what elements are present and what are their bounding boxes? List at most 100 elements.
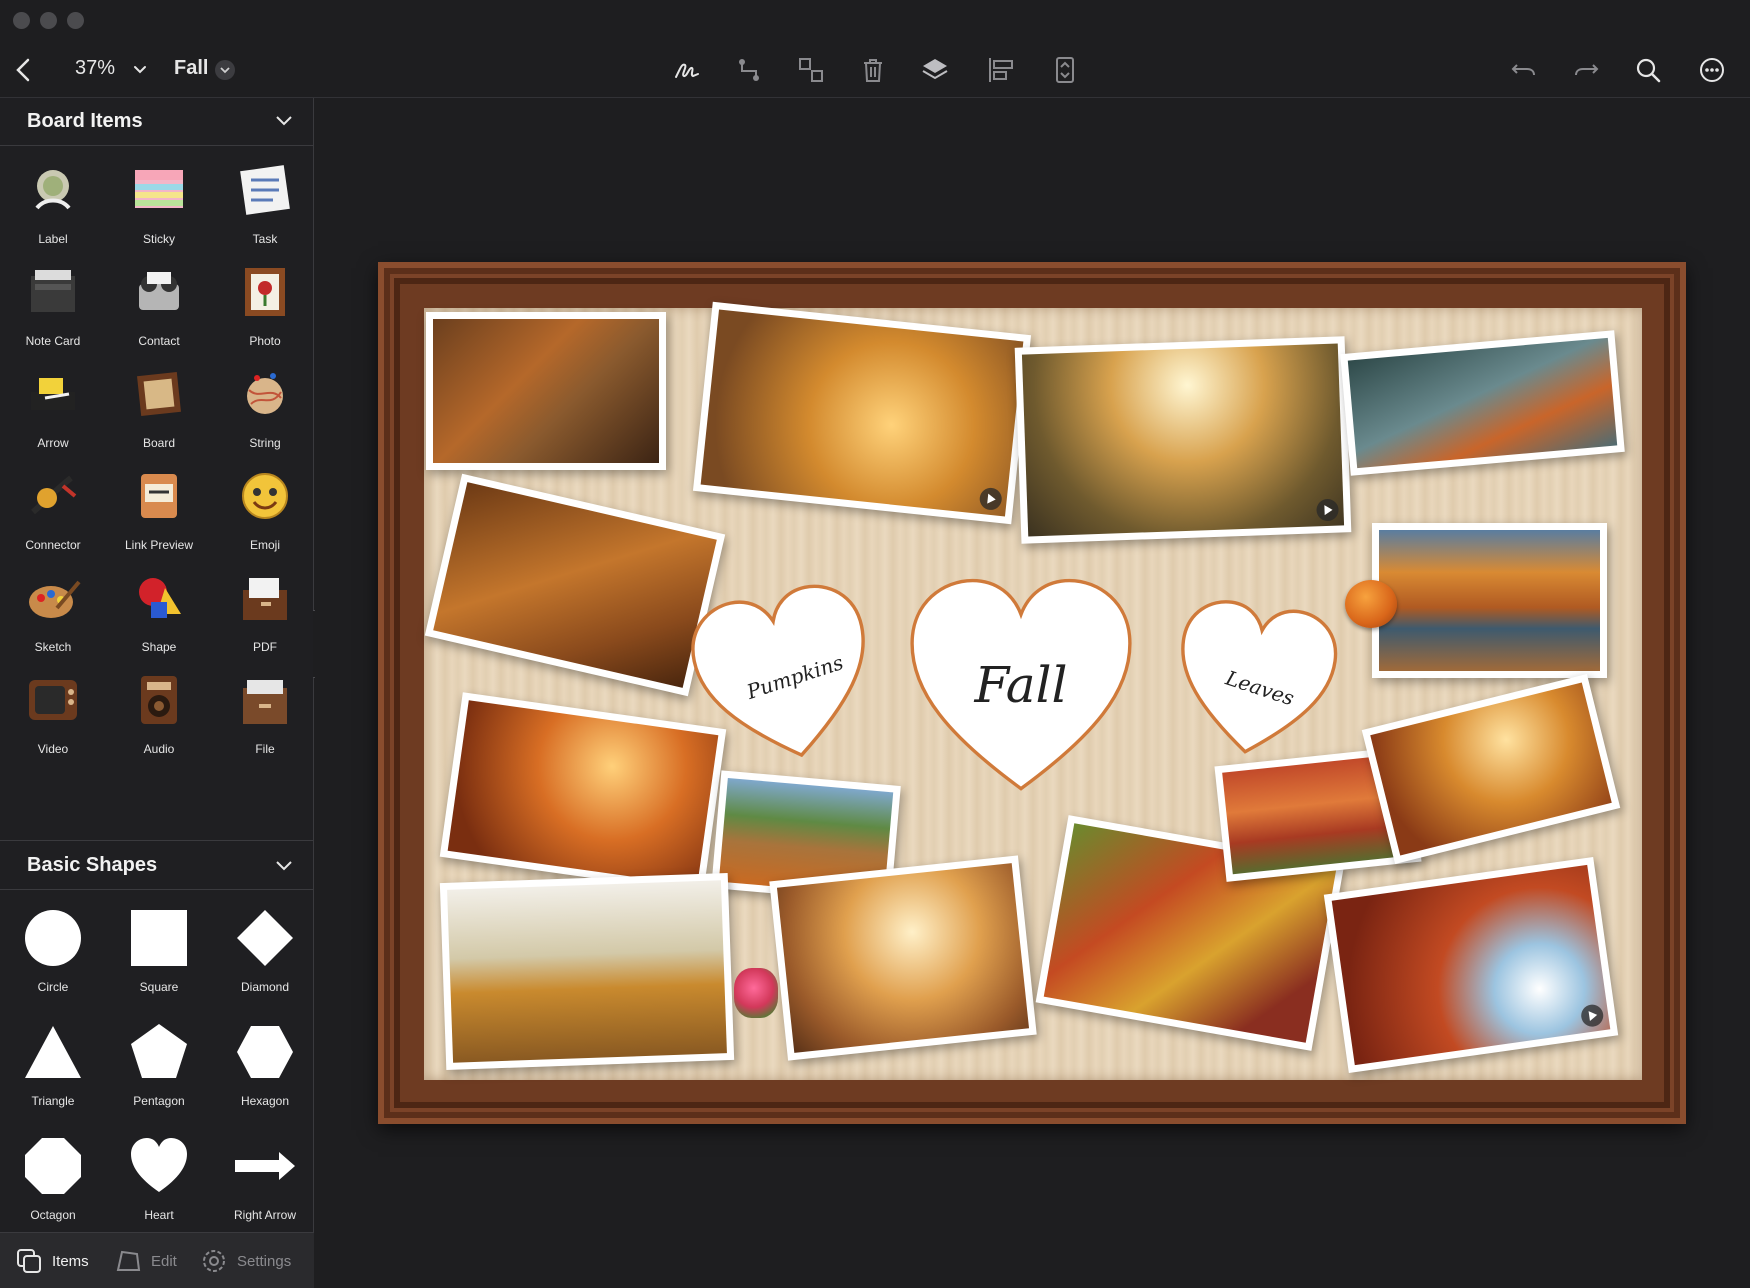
board-item-task[interactable]: Task bbox=[212, 152, 318, 262]
board-item-label: Task bbox=[252, 232, 278, 246]
video-field-sunset[interactable] bbox=[1014, 336, 1352, 544]
shape-square[interactable]: Square bbox=[106, 898, 212, 1008]
emoji-icon bbox=[242, 473, 288, 519]
photo-pumpkins-table[interactable] bbox=[1340, 330, 1625, 476]
photo-thanksgiving-feast[interactable] bbox=[426, 312, 666, 470]
shape-label: Triangle bbox=[31, 1094, 75, 1108]
board-item-connector[interactable]: Connector bbox=[0, 458, 106, 568]
ellipsis-circle-icon bbox=[1700, 58, 1724, 82]
shape-triangle[interactable]: Triangle bbox=[0, 1012, 106, 1122]
sticky-icon bbox=[135, 170, 183, 208]
video-autumn-canopy[interactable] bbox=[1323, 856, 1619, 1074]
circle-icon bbox=[25, 910, 81, 966]
shape-hexagon[interactable]: Hexagon bbox=[212, 1012, 318, 1122]
align-button[interactable] bbox=[983, 52, 1019, 88]
tab-settings-label: Settings bbox=[237, 1252, 292, 1270]
square-icon bbox=[131, 910, 187, 966]
board-item-label: Audio bbox=[143, 742, 175, 756]
board-items-header[interactable]: Board Items bbox=[0, 98, 314, 146]
trash-icon bbox=[864, 59, 882, 82]
board-item-note-card[interactable]: Note Card bbox=[0, 254, 106, 364]
more-options-button[interactable] bbox=[1694, 52, 1730, 88]
section-title: Board Items bbox=[27, 110, 143, 132]
zoom-window-button[interactable] bbox=[67, 12, 84, 29]
close-window-button[interactable] bbox=[13, 12, 30, 29]
board-item-contact[interactable]: Contact bbox=[106, 254, 212, 364]
flower-bouquet-emoji[interactable] bbox=[734, 968, 778, 1018]
board-item-label[interactable]: Label bbox=[0, 152, 106, 262]
hexagon-icon bbox=[237, 1026, 293, 1078]
draw-tool-button[interactable] bbox=[669, 52, 705, 88]
task-icon bbox=[240, 165, 290, 215]
group-button[interactable] bbox=[793, 52, 829, 88]
note-card-icon bbox=[31, 270, 75, 312]
board-item-video[interactable]: Video bbox=[0, 662, 106, 772]
chevron-down-icon[interactable] bbox=[272, 108, 296, 132]
board-item-pdf[interactable]: PDF bbox=[212, 560, 318, 670]
board-title[interactable]: Fall bbox=[174, 57, 208, 80]
chevron-down-icon[interactable] bbox=[272, 853, 296, 877]
replace-button[interactable] bbox=[1047, 52, 1083, 88]
tab-edit[interactable]: Edit bbox=[113, 1243, 177, 1279]
shape-label: Circle bbox=[37, 980, 69, 994]
board-item-sticky[interactable]: Sticky bbox=[106, 152, 212, 262]
back-button[interactable] bbox=[6, 52, 42, 88]
zoom-dropdown-button[interactable] bbox=[122, 52, 158, 88]
board-item-photo[interactable]: Photo bbox=[212, 254, 318, 364]
board-item-board[interactable]: Board bbox=[106, 356, 212, 466]
gear-icon bbox=[203, 1250, 225, 1272]
pumpkin-emoji[interactable] bbox=[1345, 580, 1397, 628]
search-button[interactable] bbox=[1630, 52, 1666, 88]
shape-diamond[interactable]: Diamond bbox=[212, 898, 318, 1008]
audio-icon bbox=[141, 676, 177, 724]
section-title: Basic Shapes bbox=[27, 854, 158, 876]
tab-items[interactable]: Items bbox=[14, 1243, 89, 1279]
shape-circle[interactable]: Circle bbox=[0, 898, 106, 1008]
string-icon bbox=[247, 373, 283, 414]
video-falling-leaves[interactable] bbox=[692, 301, 1032, 525]
shape-label: Heart bbox=[144, 1208, 174, 1222]
contact-icon bbox=[139, 272, 179, 310]
photo-autumn-lake[interactable] bbox=[1372, 523, 1607, 678]
photo-wooden-deck-bokeh[interactable] bbox=[769, 855, 1037, 1061]
board-item-file[interactable]: File bbox=[212, 662, 318, 772]
chevron-down-icon bbox=[220, 67, 230, 74]
board-item-audio[interactable]: Audio bbox=[106, 662, 212, 772]
board-item-shape[interactable]: Shape bbox=[106, 560, 212, 670]
shape-right-arrow[interactable]: Right Arrow bbox=[212, 1126, 318, 1236]
connect-tool-button[interactable] bbox=[731, 52, 767, 88]
basic-shapes-header[interactable]: Basic Shapes bbox=[0, 840, 314, 890]
shape-pentagon[interactable]: Pentagon bbox=[106, 1012, 212, 1122]
shape-octagon[interactable]: Octagon bbox=[0, 1126, 106, 1236]
zoom-level[interactable]: 37% bbox=[75, 57, 115, 80]
sidebar: Board Items Label Sticky Task Note Card Cont… bbox=[0, 98, 314, 1288]
connector-tool-icon bbox=[739, 59, 759, 81]
board-item-label: Video bbox=[37, 742, 69, 756]
edit-shape-icon bbox=[116, 1250, 141, 1271]
redo-button[interactable] bbox=[1568, 52, 1604, 88]
board-item-label: PDF bbox=[253, 640, 277, 654]
minimize-window-button[interactable] bbox=[40, 12, 57, 29]
heart-icon bbox=[131, 1138, 187, 1192]
board-title-menu-button[interactable] bbox=[215, 60, 235, 80]
pentagon-icon bbox=[131, 1024, 187, 1078]
board-item-string[interactable]: String bbox=[212, 356, 318, 466]
align-left-icon bbox=[989, 58, 1013, 82]
photo-autumn-tree[interactable] bbox=[439, 873, 735, 1070]
board-item-label: Link Preview bbox=[124, 538, 194, 552]
board-item-arrow[interactable]: Arrow bbox=[0, 356, 106, 466]
shape-label: Diamond bbox=[240, 980, 290, 994]
board-item-sketch[interactable]: Sketch bbox=[0, 560, 106, 670]
tab-settings[interactable]: Settings bbox=[199, 1243, 291, 1279]
shape-heart[interactable]: Heart bbox=[106, 1126, 212, 1236]
delete-button[interactable] bbox=[855, 52, 891, 88]
board-item-link-preview[interactable]: Link Preview bbox=[106, 458, 212, 568]
connector-icon bbox=[31, 475, 77, 515]
board-item-emoji[interactable]: Emoji bbox=[212, 458, 318, 568]
photo-icon bbox=[245, 268, 285, 316]
board-item-label: Label bbox=[38, 232, 68, 246]
undo-button[interactable] bbox=[1506, 52, 1542, 88]
board-item-label: Board bbox=[142, 436, 176, 450]
items-icon bbox=[17, 1249, 41, 1273]
arrange-button[interactable] bbox=[917, 52, 953, 88]
